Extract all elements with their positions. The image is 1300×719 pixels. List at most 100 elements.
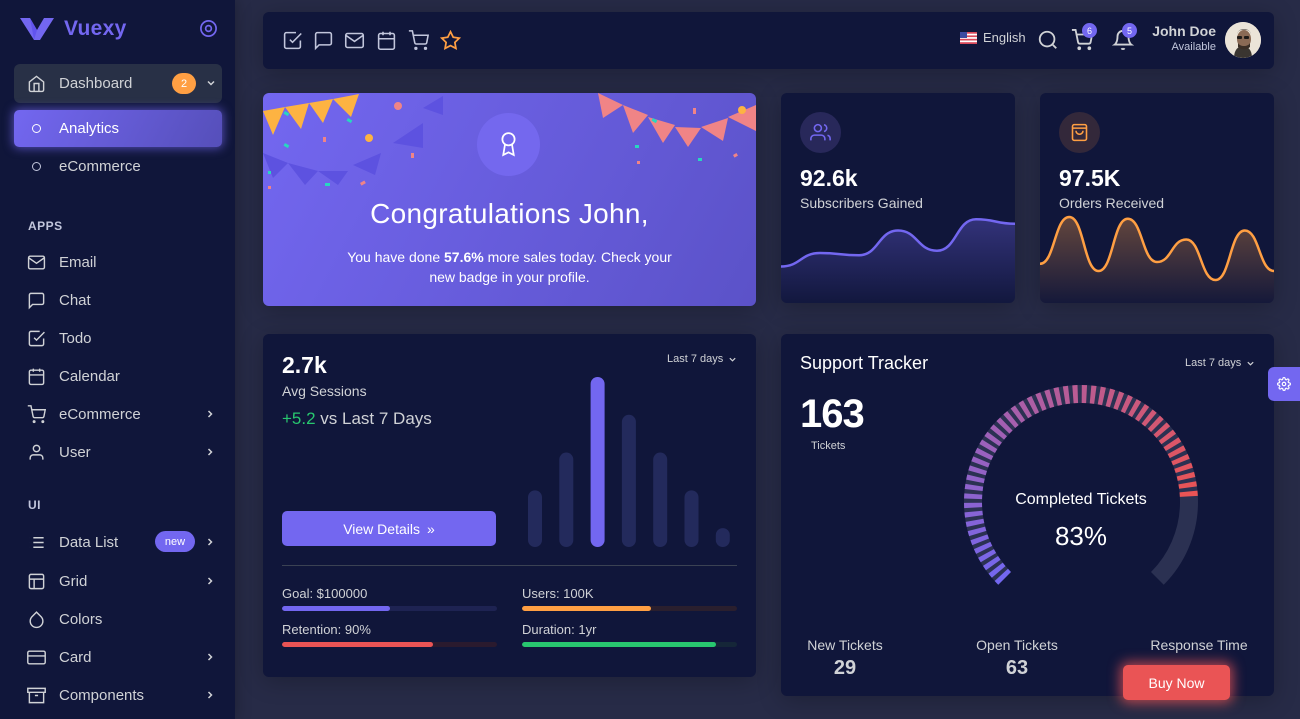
- sidebar-item-todo[interactable]: Todo: [14, 320, 222, 356]
- congratulations-card: Congratulations John, You have done 57.6…: [263, 93, 756, 306]
- sidebar-item-user[interactable]: User: [14, 434, 222, 470]
- sidebar-item-email[interactable]: Email: [14, 244, 222, 280]
- sidebar-item-colors[interactable]: Colors: [14, 601, 222, 637]
- gauge-segment: [1176, 471, 1196, 481]
- duration-progress: [522, 642, 737, 647]
- gauge-segment: [1158, 429, 1177, 445]
- sidebar: Vuexy Dashboard 2 Analytics eCommerce AP…: [0, 0, 235, 719]
- sidebar-item-calendar[interactable]: Calendar: [14, 358, 222, 394]
- stat-label: Response Time: [1150, 637, 1248, 653]
- gauge-segment: [1097, 386, 1106, 406]
- sidebar-item-label: Email: [59, 253, 97, 271]
- brand[interactable]: Vuexy: [20, 14, 127, 44]
- sidebar-item-label: Todo: [59, 329, 92, 347]
- calendar-icon: [28, 368, 45, 385]
- gauge-segment: [1105, 388, 1116, 408]
- gauge-segment: [974, 447, 994, 461]
- droplet-icon: [29, 610, 44, 628]
- search-icon[interactable]: [1037, 29, 1059, 51]
- sidebar-item-ecommerce-dashboard[interactable]: eCommerce: [14, 148, 222, 185]
- collapse-sidebar-icon[interactable]: [199, 19, 218, 38]
- sidebar-item-ecommerce[interactable]: eCommerce: [14, 396, 222, 432]
- sidebar-item-dashboard[interactable]: Dashboard 2: [14, 64, 222, 103]
- sidebar-item-label: Calendar: [59, 367, 120, 385]
- chevron-right-icon: [207, 653, 213, 661]
- gauge-segment: [1044, 389, 1055, 409]
- support-tracker-card: Support Tracker Last 7 days 163 Tickets …: [781, 334, 1274, 696]
- sidebar-item-grid[interactable]: Grid: [14, 563, 222, 599]
- sidebar-item-label: Analytics: [59, 120, 120, 137]
- button-label: View Details: [343, 520, 420, 537]
- notification-count-badge: 5: [1122, 23, 1137, 38]
- divider: [282, 565, 737, 566]
- users-icon: [810, 123, 831, 141]
- sidebar-item-chat[interactable]: Chat: [14, 282, 222, 318]
- subscribers-icon-wrap: [800, 112, 841, 153]
- chevron-down-icon: [207, 80, 215, 86]
- sidebar-item-label: Components: [59, 686, 145, 704]
- sidebar-item-label: Grid: [59, 572, 88, 590]
- sidebar-item-analytics[interactable]: Analytics: [14, 110, 222, 147]
- range-label: Last 7 days: [667, 353, 724, 365]
- total-tickets-label: Tickets: [811, 440, 846, 452]
- gauge-segment: [978, 549, 997, 563]
- gauge-segment: [984, 431, 1002, 447]
- view-details-button[interactable]: View Details »: [282, 511, 496, 546]
- language-label: English: [983, 30, 1026, 45]
- gauge-segment: [1171, 453, 1190, 466]
- comparison-text: vs Last 7 Days: [315, 409, 432, 428]
- star-icon[interactable]: [440, 30, 461, 51]
- sessions-comparison: +5.2 vs Last 7 Days: [282, 409, 432, 429]
- gauge-segment: [996, 417, 1013, 434]
- calendar-bookmark-icon[interactable]: [376, 30, 397, 51]
- progress-fill: [522, 606, 651, 611]
- top-navbar: English 6 5 John Doe Available: [263, 12, 1274, 69]
- sidebar-item-data-list[interactable]: Data List new: [14, 524, 222, 560]
- stat-value: 29: [833, 657, 857, 679]
- sidebar-item-components[interactable]: Components: [14, 677, 222, 713]
- circle-icon: [32, 124, 41, 133]
- gauge-segment: [1113, 391, 1125, 410]
- new-tickets-stat: New Tickets 29: [775, 637, 915, 681]
- gauge-segment: [1026, 396, 1040, 415]
- goal-progress: [282, 606, 497, 611]
- gauge-segment: [1089, 385, 1097, 404]
- buy-now-button[interactable]: Buy Now: [1123, 665, 1230, 700]
- gauge-segment: [1018, 400, 1032, 419]
- support-tracker-title: Support Tracker: [800, 353, 929, 373]
- user-name[interactable]: John Doe: [1152, 23, 1216, 39]
- sidebar-item-card[interactable]: Card: [14, 639, 222, 675]
- gauge-segment: [1053, 387, 1063, 406]
- progress-fill: [282, 606, 390, 611]
- gear-icon: [1277, 377, 1291, 391]
- support-range-dropdown[interactable]: Last 7 days: [1185, 357, 1255, 369]
- chart-area: [1040, 217, 1274, 303]
- chat-bookmark-icon[interactable]: [313, 30, 334, 51]
- gauge-segment: [1163, 437, 1182, 452]
- gauge-segment: [1174, 462, 1193, 474]
- sessions-range-dropdown[interactable]: Last 7 days: [667, 353, 737, 365]
- todo-bookmark-icon[interactable]: [282, 30, 303, 51]
- gauge-segment: [1035, 392, 1047, 411]
- orders-line-chart: [1040, 215, 1274, 303]
- check-square-icon: [28, 330, 45, 346]
- gauge-segment: [1128, 399, 1142, 418]
- chevron-right-icon: [207, 538, 213, 546]
- theme-customizer-toggle[interactable]: [1268, 367, 1300, 401]
- cart-bookmark-icon[interactable]: [408, 30, 429, 51]
- goal-label: Goal: $100000: [282, 586, 368, 601]
- chevron-down-icon: [1247, 361, 1254, 366]
- bar: [528, 490, 542, 547]
- congratulations-title: Congratulations John,: [370, 198, 649, 229]
- shopping-bag-icon: [1071, 123, 1088, 142]
- award-icon: [501, 132, 516, 157]
- us-flag-icon: [960, 31, 977, 44]
- retention-label: Retention: 90%: [282, 622, 371, 637]
- gauge-segment: [1120, 394, 1133, 414]
- sidebar-item-label: User: [59, 443, 91, 461]
- sessions-label: Avg Sessions: [282, 383, 367, 399]
- layout-icon: [28, 573, 45, 589]
- mail-bookmark-icon[interactable]: [344, 30, 365, 51]
- avatar[interactable]: [1225, 22, 1261, 58]
- language-selector[interactable]: English: [960, 30, 1026, 45]
